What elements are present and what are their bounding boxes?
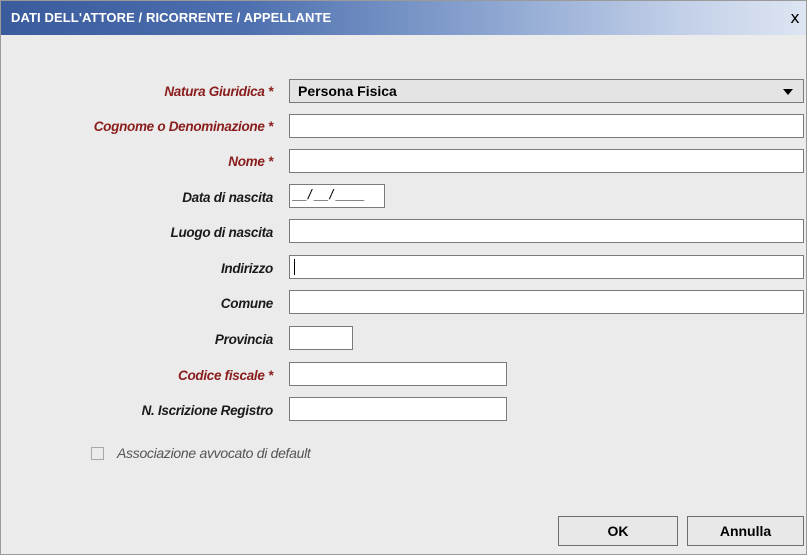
natura-giuridica-value: Persona Fisica [298,83,397,99]
comune-label: Comune [220,296,274,311]
window-title: DATI DELL'ATTORE / RICORRENTE / APPELLAN… [11,10,332,25]
natura-giuridica-label: Natura Giuridica * [164,84,273,99]
luogo-nascita-input[interactable] [289,219,804,243]
codice-fiscale-label: Codice fiscale * [178,368,273,383]
data-nascita-label: Data di nascita [182,190,273,205]
dialog-window: DATI DELL'ATTORE / RICORRENTE / APPELLAN… [0,0,807,555]
chevron-down-icon[interactable] [783,89,793,95]
associazione-checkbox[interactable] [91,447,104,460]
annulla-button[interactable]: Annulla [687,516,804,546]
title-bar[interactable]: DATI DELL'ATTORE / RICORRENTE / APPELLAN… [1,1,806,35]
cognome-label: Cognome o Denominazione * [93,119,274,134]
nome-label: Nome * [228,154,273,169]
provincia-input[interactable] [289,326,353,350]
data-nascita-input[interactable]: __/__/____ [289,184,385,208]
n-iscrizione-input[interactable] [289,397,507,421]
natura-giuridica-select[interactable]: Persona Fisica [289,79,804,103]
ok-button[interactable]: OK [558,516,678,546]
luogo-nascita-label: Luogo di nascita [170,225,274,240]
cognome-input[interactable] [289,114,804,138]
date-mask: __/__/____ [292,187,365,201]
comune-input[interactable] [289,290,804,314]
provincia-label: Provincia [214,332,273,347]
codice-fiscale-input[interactable] [289,362,507,386]
n-iscrizione-label: N. Iscrizione Registro [141,403,274,418]
nome-input[interactable] [289,149,804,173]
close-icon[interactable]: x [786,9,804,27]
indirizzo-input[interactable] [289,255,804,279]
indirizzo-label: Indirizzo [220,261,273,276]
associazione-checkbox-label[interactable]: Associazione avvocato di default [117,445,311,461]
